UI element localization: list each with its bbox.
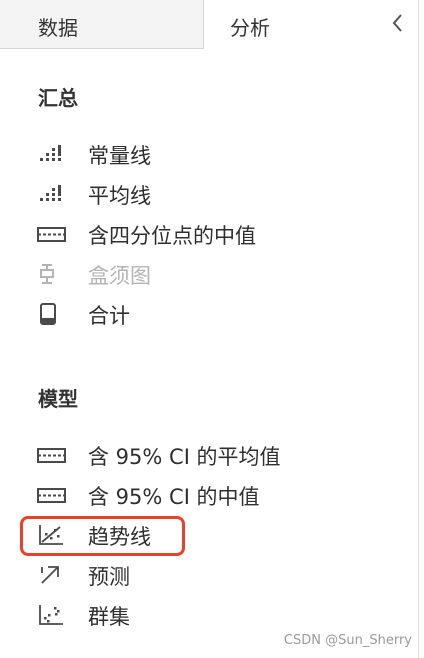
summary-item-label: 含四分位点的中值 [88, 224, 256, 248]
model-item-mean-ci[interactable]: 含 95% CI 的平均值 [36, 440, 356, 470]
model-item-forecast[interactable]: 预测 [36, 560, 356, 590]
totals-icon [40, 303, 56, 325]
model-item-label: 含 95% CI 的平均值 [88, 445, 281, 469]
band-line-icon [37, 448, 66, 463]
forecast-arrow-icon [41, 566, 59, 584]
box-plot-icon [40, 264, 54, 284]
pane-divider [418, 0, 419, 658]
collapse-pane-button[interactable] [386, 10, 410, 36]
tab-data[interactable]: 数据 [0, 0, 204, 49]
cluster-scatter-icon [39, 605, 63, 625]
section-title-model: 模型 [38, 387, 78, 411]
tab-analysis-label: 分析 [230, 16, 270, 40]
chevron-left-icon [392, 14, 402, 32]
model-item-median-ci[interactable]: 含 95% CI 的中值 [36, 480, 356, 510]
model-item-label: 群集 [88, 605, 130, 629]
summary-item-label: 平均线 [88, 184, 151, 208]
model-item-cluster[interactable]: 群集 [36, 600, 356, 630]
band-line-icon [37, 488, 66, 503]
watermark: CSDN @Sun_Sherry [283, 633, 412, 648]
model-item-label: 含 95% CI 的中值 [88, 485, 260, 509]
model-item-label: 预测 [88, 565, 130, 589]
summary-item-label: 常量线 [88, 144, 151, 168]
band-line-icon [37, 227, 66, 242]
summary-item-median-quartiles[interactable]: 含四分位点的中值 [36, 219, 356, 249]
bar-dots-icon [40, 145, 61, 161]
summary-item-box-plot: 盒须图 [36, 259, 356, 289]
summary-item-label: 合计 [88, 304, 130, 328]
summary-item-average-line[interactable]: 平均线 [36, 179, 356, 209]
summary-item-constant-line[interactable]: 常量线 [36, 139, 356, 169]
summary-item-label: 盒须图 [88, 264, 151, 288]
pane-tabs: 数据 分析 [0, 0, 424, 50]
highlight-box [20, 516, 185, 556]
section-title-summary: 汇总 [38, 86, 78, 110]
bar-dots-icon [40, 185, 61, 201]
tab-data-label: 数据 [38, 16, 78, 40]
summary-item-totals[interactable]: 合计 [36, 299, 356, 329]
